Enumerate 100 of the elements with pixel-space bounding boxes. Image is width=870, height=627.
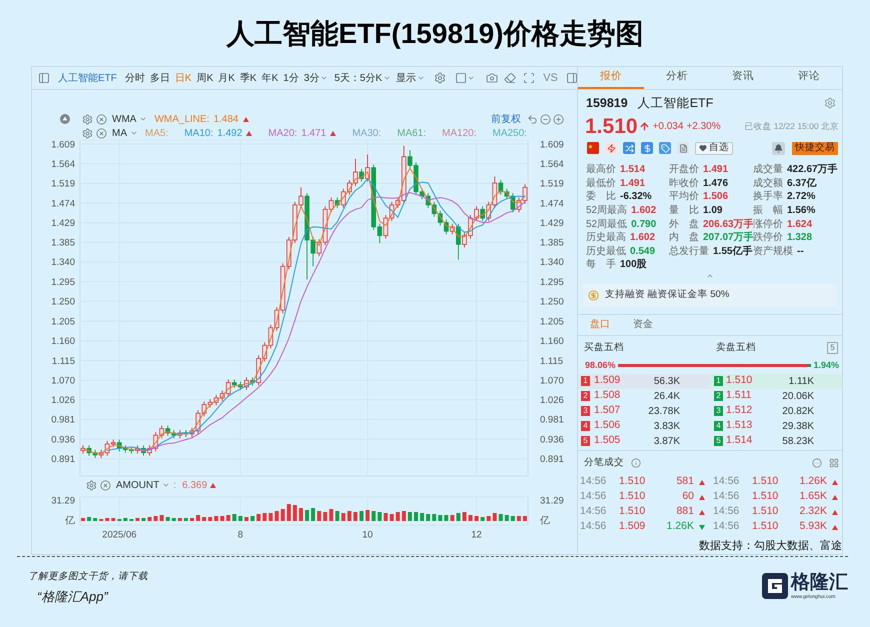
- period-tab[interactable]: 周K: [196, 70, 214, 86]
- zoom-in-icon[interactable]: [553, 114, 564, 124]
- bell-icon[interactable]: [772, 142, 785, 154]
- lightning-icon[interactable]: [605, 142, 617, 154]
- tag-icon[interactable]: [659, 142, 671, 154]
- zoom-out-icon[interactable]: [540, 114, 551, 124]
- stat-value: 1.602: [631, 204, 656, 218]
- stat-label: 成交量: [753, 162, 783, 178]
- volume-bar: [522, 516, 527, 521]
- indicator-label: MA5:: [145, 126, 168, 140]
- bid-row[interactable]: 1 1.509 56.3K: [578, 374, 710, 389]
- axis-label: 1.519: [540, 178, 564, 190]
- display-dropdown[interactable]: 显示: [396, 70, 426, 86]
- undo-icon[interactable]: [527, 114, 538, 124]
- brand-logo-icon: [762, 573, 788, 599]
- bid-price: 1.508: [594, 388, 620, 404]
- trade-price: 1.510: [619, 489, 646, 504]
- panel-tab[interactable]: 评论: [776, 67, 842, 89]
- ask-volume: 20.06K: [782, 390, 814, 404]
- fullscreen-icon[interactable]: [523, 72, 536, 84]
- document-icon[interactable]: [677, 142, 689, 154]
- settings-icon[interactable]: [434, 72, 446, 84]
- settings-icon[interactable]: [82, 114, 93, 124]
- ask-row[interactable]: 2 1.511 20.06K: [710, 388, 842, 404]
- axis-label: 0.891: [51, 454, 75, 466]
- bid-volume: 3.83K: [654, 420, 680, 434]
- ask-row[interactable]: 3 1.512 20.82K: [710, 404, 842, 419]
- indicator-dropdown[interactable]: MA: [112, 126, 138, 140]
- ask-row[interactable]: 5 1.514 58.23K: [710, 434, 842, 449]
- indicator-separator: :: [173, 478, 176, 492]
- bid-row[interactable]: 4 1.506 3.83K: [578, 418, 710, 434]
- sidebar-toggle-icon[interactable]: [566, 72, 578, 84]
- axis-label: 0.891: [540, 454, 564, 466]
- stat-label: 历史最高: [586, 230, 626, 246]
- axis-label: 1.026: [540, 394, 564, 406]
- period-tab[interactable]: 分时: [124, 70, 145, 86]
- collapse-icon[interactable]: [60, 114, 70, 124]
- shuffle-icon[interactable]: [623, 142, 635, 154]
- ask-row[interactable]: 4 1.513 29.38K: [710, 418, 842, 434]
- volume-bar: [226, 515, 230, 521]
- grid-icon[interactable]: [829, 458, 839, 468]
- volume-bar: [450, 515, 454, 521]
- adjustment-link[interactable]: 前复权: [491, 112, 521, 126]
- indicator-dropdown[interactable]: AMOUNT: [116, 478, 170, 492]
- display-dropdown[interactable]: 5天：5分K: [334, 70, 392, 86]
- trade-time: 14:56: [713, 519, 740, 534]
- stat-value: 1.328: [787, 231, 812, 246]
- stat-value: 207.07万手: [703, 230, 754, 246]
- settings-icon[interactable]: [86, 480, 97, 490]
- settings-icon[interactable]: [824, 97, 836, 109]
- axis-label: 1.250: [540, 296, 564, 308]
- axis-label: 31.29: [51, 496, 75, 506]
- volume-bar: [420, 513, 424, 521]
- volume-bar: [510, 516, 515, 521]
- bid-row[interactable]: 3 1.507 23.78K: [578, 404, 710, 419]
- more-icon[interactable]: [812, 458, 822, 468]
- bid-row[interactable]: 5 1.505 3.87K: [578, 434, 710, 449]
- period-tab[interactable]: 多日: [150, 70, 170, 86]
- symbol-link[interactable]: 人工智能ETF: [58, 70, 117, 86]
- period-tab[interactable]: 1分: [283, 70, 299, 86]
- sidebar-toggle-icon[interactable]: [38, 72, 50, 84]
- trade-volume: 2.32K: [800, 504, 827, 520]
- period-tab[interactable]: 年K: [262, 70, 278, 86]
- indicator-dropdown[interactable]: WMA: [112, 112, 148, 126]
- stat-label: 52周最低: [586, 218, 628, 232]
- info-icon[interactable]: [631, 458, 641, 468]
- trade-price: 1.510: [752, 504, 780, 520]
- dollar-icon[interactable]: [641, 142, 653, 154]
- close-icon[interactable]: [96, 114, 107, 124]
- axis-label: 1.474: [51, 198, 75, 210]
- panel-tab[interactable]: 分析: [644, 67, 710, 89]
- close-icon[interactable]: [100, 480, 111, 490]
- depth-button[interactable]: 5: [827, 342, 838, 354]
- camera-icon[interactable]: [486, 72, 498, 84]
- download-prompt: 了解更多图文干货，请下载: [28, 571, 148, 583]
- period-dropdown[interactable]: 3分: [304, 70, 328, 86]
- bid-price: 1.509: [594, 373, 620, 388]
- period-tab[interactable]: 季K: [240, 70, 257, 86]
- panel-tab[interactable]: 资讯: [710, 67, 776, 89]
- volume-bar: [372, 511, 376, 521]
- bid-row[interactable]: 2 1.508 26.4K: [578, 388, 710, 404]
- indicator-label: MA30:: [352, 126, 382, 140]
- ask-row[interactable]: 1 1.510 1.11K: [710, 374, 842, 389]
- watchlist-button[interactable]: 自选: [695, 142, 733, 154]
- quick-trade-button[interactable]: 快捷交易: [792, 142, 838, 154]
- volume-bar: [136, 518, 140, 521]
- volume-bar: [396, 512, 400, 521]
- stat-label: 资产规模: [753, 244, 793, 259]
- market-status: 已收盘 12/22 15:00 北京: [744, 120, 839, 132]
- axis-label: 1.070: [51, 376, 75, 387]
- volume-bar: [329, 509, 334, 521]
- chart-style-button[interactable]: [455, 72, 476, 84]
- volume-bar: [480, 517, 485, 521]
- book-tab[interactable]: 资金: [633, 317, 653, 332]
- settings-icon[interactable]: [82, 128, 93, 138]
- volume-bar: [366, 510, 370, 521]
- eraser-icon[interactable]: [504, 72, 516, 84]
- volume-bar: [341, 513, 346, 521]
- period-tab[interactable]: 月K: [218, 70, 235, 86]
- close-icon[interactable]: [96, 128, 107, 138]
